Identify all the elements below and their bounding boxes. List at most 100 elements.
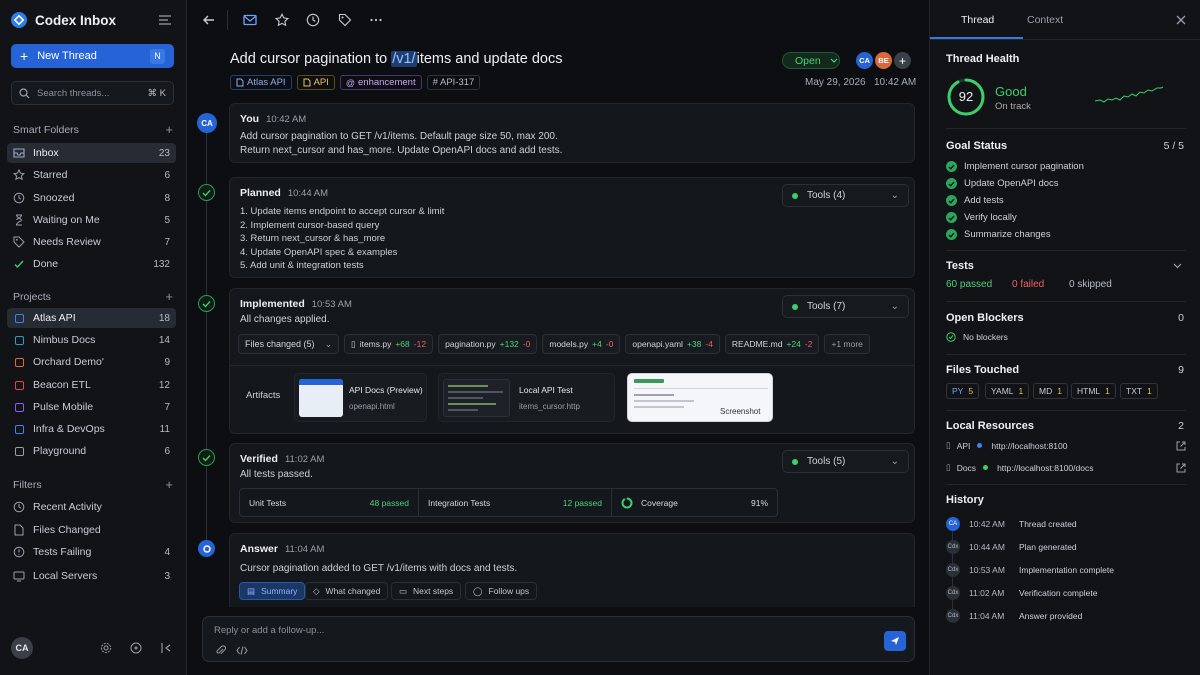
file-type-tag[interactable]: TXT 1 — [1120, 383, 1158, 399]
more-options-icon[interactable] — [369, 13, 383, 27]
tools-label: Tools (4) — [807, 190, 846, 201]
sidebar-item-beacon-etl[interactable]: Beacon ETL 12 — [7, 375, 176, 395]
files-changed-dropdown[interactable]: Files changed (5) ⌄ — [238, 334, 339, 354]
file-type-tag[interactable]: YAML 1 — [985, 383, 1030, 399]
tools-dropdown[interactable]: Tools (5) ⌄ — [782, 450, 909, 473]
clock-icon[interactable] — [306, 13, 320, 27]
mail-icon[interactable] — [243, 13, 257, 27]
back-arrow-icon[interactable] — [202, 13, 216, 27]
tag-icon[interactable] — [338, 13, 352, 27]
project-icon — [13, 356, 25, 368]
user-avatar[interactable]: CA — [11, 637, 33, 659]
file-chip[interactable]: ▯ items.py +68 -12 — [344, 334, 434, 354]
add-project-icon[interactable]: + — [165, 290, 173, 303]
file-chip[interactable]: README.md +24 -2 — [724, 334, 820, 354]
help-icon[interactable] — [130, 642, 142, 654]
divider — [946, 128, 1186, 129]
star-icon[interactable] — [275, 13, 289, 27]
file-type-tag[interactable]: MD 1 — [1033, 383, 1068, 399]
send-button[interactable] — [884, 631, 906, 651]
add-folder-icon[interactable]: + — [165, 123, 173, 136]
sidebar-item-playground[interactable]: Playground 6 — [7, 441, 176, 461]
tests-skipped: 0 skipped — [1069, 279, 1112, 290]
resource-status-dot — [977, 443, 983, 448]
sidebar-item-atlas-api[interactable]: Atlas API 18 — [7, 308, 176, 328]
tools-dropdown[interactable]: Tools (4) ⌄ — [782, 184, 909, 207]
divider — [946, 301, 1186, 302]
status-dropdown[interactable]: Open — [782, 52, 840, 69]
summary-button[interactable]: ▤ Summary — [239, 582, 306, 600]
sidebar-item-tests-failing[interactable]: Tests Failing 4 — [7, 542, 176, 562]
coverage-result[interactable]: Coverage 91% — [612, 489, 777, 516]
projects-header: Projects + — [13, 290, 173, 303]
collapse-sidebar-icon[interactable] — [160, 642, 172, 654]
more-files-button[interactable]: +1 more — [824, 334, 870, 354]
unit-tests-result[interactable]: Unit Tests 48 passed — [240, 489, 419, 516]
sidebar-item-label: Pulse Mobile — [33, 401, 94, 413]
attach-icon[interactable] — [215, 645, 226, 656]
lines-removed: -2 — [804, 339, 813, 349]
close-icon[interactable] — [1176, 15, 1186, 25]
chevron-down-icon[interactable] — [1173, 263, 1182, 269]
add-filter-icon[interactable]: + — [165, 478, 173, 491]
what-changed-button[interactable]: ◇ What changed — [305, 582, 389, 600]
chevron-down-icon: ⌄ — [890, 190, 899, 201]
summary-icon: ▤ — [247, 585, 256, 596]
sidebar-item-snoozed[interactable]: Snoozed 8 — [7, 188, 176, 208]
sidebar-item-starred[interactable]: Starred 6 — [7, 165, 176, 185]
tab-thread[interactable]: Thread — [961, 14, 994, 26]
sidebar-item-done[interactable]: Done 132 — [7, 254, 176, 274]
lines-removed: -0 — [605, 339, 614, 349]
external-link-icon[interactable] — [1176, 441, 1186, 451]
search-input[interactable]: Search threads... ⌘ K — [11, 81, 174, 105]
tools-dropdown[interactable]: Tools (7) ⌄ — [782, 295, 909, 318]
file-type-tag[interactable]: PY 5 — [946, 383, 980, 399]
sidebar-item-waiting[interactable]: Waiting on Me 5 — [7, 210, 176, 230]
sidebar-item-pulse-mobile[interactable]: Pulse Mobile 7 — [7, 397, 176, 417]
search-shortcut: ⌘ K — [147, 87, 166, 99]
tag-label: # API-317 — [432, 77, 475, 88]
project-tag[interactable]: Atlas API — [230, 75, 292, 90]
file-chip[interactable]: models.py +4 -0 — [542, 334, 621, 354]
sidebar-item-files-changed[interactable]: Files Changed — [7, 520, 176, 540]
sidebar-item-inbox[interactable]: Inbox 23 — [7, 143, 176, 163]
sidebar-item-local-servers[interactable]: Local Servers 3 — [7, 566, 176, 586]
sidebar-item-infra-devops[interactable]: Infra & DevOps 11 — [7, 419, 176, 439]
participant-avatar[interactable]: CA — [856, 52, 873, 69]
participant-avatar[interactable]: BE — [875, 52, 892, 69]
check-circle-icon — [946, 332, 956, 342]
collapse-menu-icon[interactable] — [159, 15, 171, 25]
file-chip[interactable]: openapi.yaml +38 -4 — [625, 334, 720, 354]
sidebar-item-orchard-demo[interactable]: Orchard Demo' 9 — [7, 352, 176, 372]
resource-row[interactable]: ▯ API http://localhost:8100 — [946, 440, 1186, 451]
settings-icon[interactable] — [100, 642, 112, 654]
external-link-icon[interactable] — [1176, 463, 1186, 473]
integration-tests-result[interactable]: Integration Tests 12 passed — [419, 489, 612, 516]
goal-label: Implement cursor pagination — [964, 161, 1084, 172]
message-line: Add cursor pagination to GET /v1/items. … — [240, 131, 558, 142]
follow-ups-button[interactable]: ◯ Follow ups — [465, 582, 538, 600]
sidebar-item-count: 14 — [158, 334, 170, 346]
resource-row[interactable]: ▯ Docs http://localhost:8100/docs — [946, 462, 1186, 473]
chevron-down-icon: ⌄ — [324, 338, 332, 349]
artifact-api-docs[interactable]: API Docs (Preview) openapi.html — [294, 373, 427, 422]
code-icon[interactable] — [236, 645, 248, 656]
plan-step: 2. Implement cursor-based query — [240, 219, 380, 231]
server-icon — [13, 570, 25, 582]
sidebar-item-needs-review[interactable]: Needs Review 7 — [7, 232, 176, 252]
artifact-local-api-test[interactable]: Local API Test items_cursor.http — [438, 373, 615, 422]
sidebar-item-recent-activity[interactable]: Recent Activity — [7, 497, 176, 517]
sidebar-item-nimbus-docs[interactable]: Nimbus Docs 14 — [7, 330, 176, 350]
add-participant-button[interactable]: + — [894, 52, 911, 69]
ticket-tag[interactable]: # API-317 — [426, 75, 481, 90]
next-steps-button[interactable]: ▭ Next steps — [391, 582, 462, 600]
reply-input[interactable]: Reply or add a follow-up... — [214, 625, 324, 636]
file-chip[interactable]: pagination.py +132 -0 — [438, 334, 538, 354]
tab-context[interactable]: Context — [1027, 14, 1063, 26]
file-type-tag[interactable]: HTML 1 — [1071, 383, 1116, 399]
api-tag[interactable]: API — [296, 75, 335, 90]
new-thread-button[interactable]: + New Thread N — [11, 44, 174, 68]
sidebar-item-label: Beacon ETL — [33, 379, 91, 391]
enhancement-tag[interactable]: @ enhancement — [339, 75, 422, 90]
artifact-screenshot[interactable]: Screenshot — [627, 373, 773, 422]
